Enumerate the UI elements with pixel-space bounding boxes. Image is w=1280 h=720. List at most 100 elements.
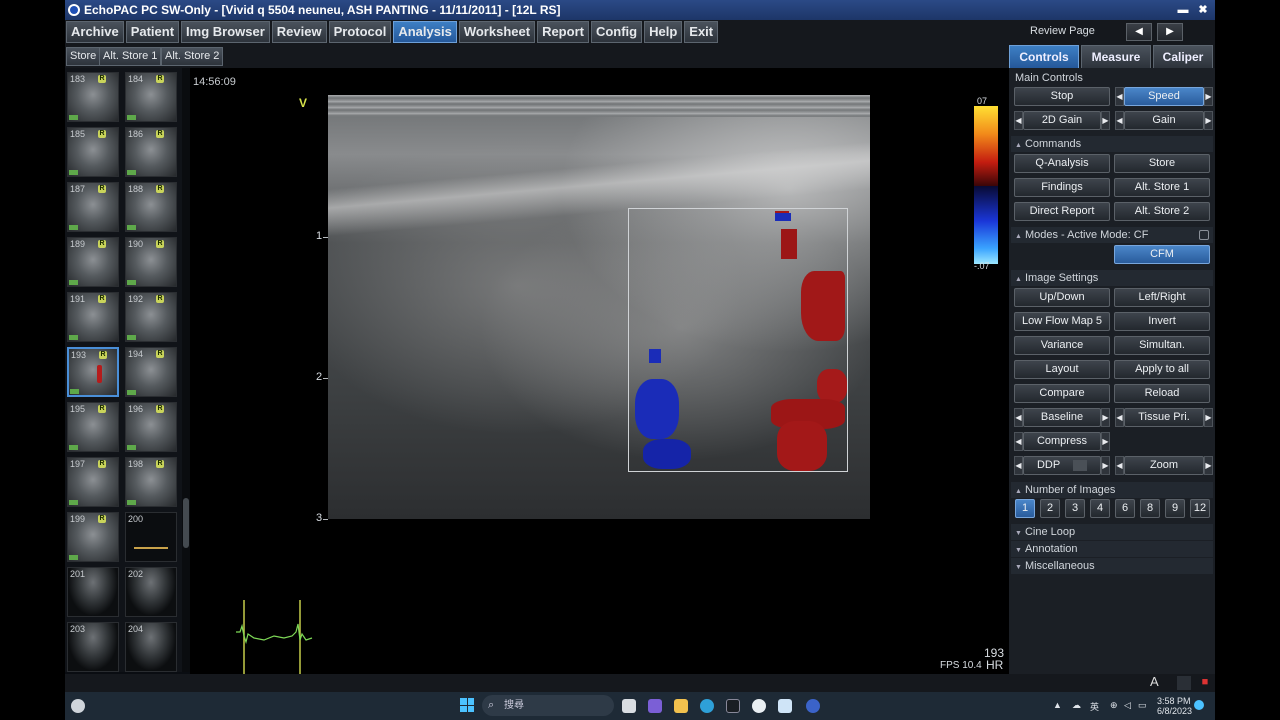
color-flow-roi-box[interactable]: [628, 208, 848, 472]
zoom-button[interactable]: Zoom: [1124, 456, 1204, 475]
thumbnail-188[interactable]: 188 R: [125, 182, 177, 232]
store-button[interactable]: Store: [66, 47, 101, 66]
thumbnail-189[interactable]: 189 R: [67, 237, 119, 287]
scrollbar-thumb[interactable]: [183, 498, 189, 548]
ddp-right-arrow-icon[interactable]: ▶: [1101, 456, 1110, 475]
section-cine-loop[interactable]: ▼ Cine Loop: [1011, 524, 1213, 540]
alt-store-2-button[interactable]: Alt. Store 2: [161, 47, 224, 66]
section-commands[interactable]: ▲ Commands: [1011, 136, 1213, 152]
gain-2d-button[interactable]: 2D Gain: [1023, 111, 1101, 130]
tissue-pri-left-arrow-icon[interactable]: ◀: [1115, 408, 1124, 427]
battery-icon[interactable]: ▭: [1138, 700, 1147, 711]
reload-button[interactable]: Reload: [1114, 384, 1210, 403]
tray-chevron-icon[interactable]: ▲: [1053, 700, 1062, 710]
menu-patient[interactable]: Patient: [125, 21, 180, 43]
store-app-icon[interactable]: [778, 699, 792, 713]
speed-button[interactable]: Speed: [1124, 87, 1204, 106]
annotation-a-icon[interactable]: A: [1150, 674, 1159, 689]
findings-button[interactable]: Findings: [1014, 178, 1110, 197]
windows-start-icon[interactable]: [460, 698, 474, 712]
compress-left-arrow-icon[interactable]: ◀: [1014, 432, 1023, 451]
menu-review[interactable]: Review: [271, 21, 327, 43]
tray-cloud-icon[interactable]: ☁: [1072, 700, 1081, 711]
tab-controls[interactable]: Controls: [1009, 45, 1079, 69]
variance-button[interactable]: Variance: [1014, 336, 1110, 355]
zoom-right-arrow-icon[interactable]: ▶: [1204, 456, 1213, 475]
thumbnail-197[interactable]: 197 R: [67, 457, 119, 507]
up-down-button[interactable]: Up/Down: [1014, 288, 1110, 307]
mode-settings-icon[interactable]: [1199, 230, 1209, 240]
thumbnail-192[interactable]: 192 R: [125, 292, 177, 342]
direct-report-button[interactable]: Direct Report: [1014, 202, 1110, 221]
menu-worksheet[interactable]: Worksheet: [458, 21, 536, 43]
taskbar-search[interactable]: ⌕ 搜尋: [482, 695, 614, 716]
compress-button[interactable]: Compress: [1023, 432, 1101, 451]
terminal-icon[interactable]: [726, 699, 740, 713]
review-next-button[interactable]: ▶: [1157, 23, 1183, 41]
baseline-right-arrow-icon[interactable]: ▶: [1101, 408, 1110, 427]
gain-button[interactable]: Gain: [1124, 111, 1204, 130]
thumbnail-scrollbar[interactable]: [182, 68, 190, 672]
images-9-button[interactable]: 9: [1165, 499, 1185, 518]
thumbnail-201[interactable]: 201: [67, 567, 119, 617]
speed-right-arrow-icon[interactable]: ▶: [1204, 87, 1213, 106]
edge-icon[interactable]: [700, 699, 714, 713]
tissue-pri-button[interactable]: Tissue Pri.: [1124, 408, 1204, 427]
stop-button[interactable]: Stop: [1014, 87, 1110, 106]
baseline-left-arrow-icon[interactable]: ◀: [1014, 408, 1023, 427]
status-tool-icon[interactable]: [1177, 676, 1191, 690]
thumbnail-198[interactable]: 198 R: [125, 457, 177, 507]
thumbnail-185[interactable]: 185 R: [67, 127, 119, 177]
menu-report[interactable]: Report: [537, 21, 589, 43]
thumbnail-191[interactable]: 191 R: [67, 292, 119, 342]
simultan-button[interactable]: Simultan.: [1114, 336, 1210, 355]
app-icon[interactable]: [752, 699, 766, 713]
thumbnail-186[interactable]: 186 R: [125, 127, 177, 177]
ddp-button[interactable]: DDP: [1023, 456, 1101, 475]
menu-analysis[interactable]: Analysis: [393, 21, 457, 43]
compress-right-arrow-icon[interactable]: ▶: [1101, 432, 1110, 451]
menu-help[interactable]: Help: [644, 21, 683, 43]
notification-icon[interactable]: [1194, 700, 1204, 710]
section-miscellaneous[interactable]: ▼ Miscellaneous: [1011, 558, 1213, 574]
images-1-button[interactable]: 1: [1015, 499, 1035, 518]
thumbnail-187[interactable]: 187 R: [67, 182, 119, 232]
clock-time[interactable]: 3:58 PM: [1157, 696, 1191, 706]
menu-config[interactable]: Config: [590, 21, 643, 43]
volume-icon[interactable]: ◁: [1124, 700, 1131, 711]
images-2-button[interactable]: 2: [1040, 499, 1060, 518]
thumbnail-194[interactable]: 194 R: [125, 347, 177, 397]
echopac-taskbar-icon[interactable]: [806, 699, 820, 713]
section-annotation[interactable]: ▼ Annotation: [1011, 541, 1213, 557]
images-6-button[interactable]: 6: [1115, 499, 1135, 518]
compare-button[interactable]: Compare: [1014, 384, 1110, 403]
thumbnail-200[interactable]: 200: [125, 512, 177, 562]
layout-button[interactable]: Layout: [1014, 360, 1110, 379]
gain-right-arrow-icon[interactable]: ▶: [1204, 111, 1213, 130]
minimize-icon[interactable]: ▬: [1176, 3, 1190, 17]
image-viewport[interactable]: 14:56:09 V 1 2 3 07 -.07 193 FPS 10.4 HR: [190, 68, 1009, 674]
status-alert-icon[interactable]: ■: [1198, 676, 1212, 690]
menu-img-browser[interactable]: Img Browser: [181, 21, 270, 43]
gain2d-left-arrow-icon[interactable]: ◀: [1014, 111, 1023, 130]
menu-exit[interactable]: Exit: [684, 21, 719, 43]
thumbnail-183[interactable]: 183 R: [67, 72, 119, 122]
tab-measure[interactable]: Measure: [1081, 45, 1151, 69]
cfm-button[interactable]: CFM: [1114, 245, 1210, 264]
gain2d-right-arrow-icon[interactable]: ▶: [1101, 111, 1110, 130]
images-8-button[interactable]: 8: [1140, 499, 1160, 518]
thumbnail-203[interactable]: 203: [67, 622, 119, 672]
network-icon[interactable]: ⊕: [1110, 700, 1118, 711]
section-number-of-images[interactable]: ▲ Number of Images: [1011, 482, 1213, 498]
thumbnail-184[interactable]: 184 R: [125, 72, 177, 122]
invert-button[interactable]: Invert: [1114, 312, 1210, 331]
zoom-left-arrow-icon[interactable]: ◀: [1115, 456, 1124, 475]
chat-icon[interactable]: [648, 699, 662, 713]
input-language[interactable]: 英: [1090, 700, 1099, 713]
thumbnail-199[interactable]: 199 R: [67, 512, 119, 562]
tab-caliper[interactable]: Caliper: [1153, 45, 1213, 69]
alt-store-1-command-button[interactable]: Alt. Store 1: [1114, 178, 1210, 197]
left-right-button[interactable]: Left/Right: [1114, 288, 1210, 307]
task-view-icon[interactable]: [622, 699, 636, 713]
images-4-button[interactable]: 4: [1090, 499, 1110, 518]
